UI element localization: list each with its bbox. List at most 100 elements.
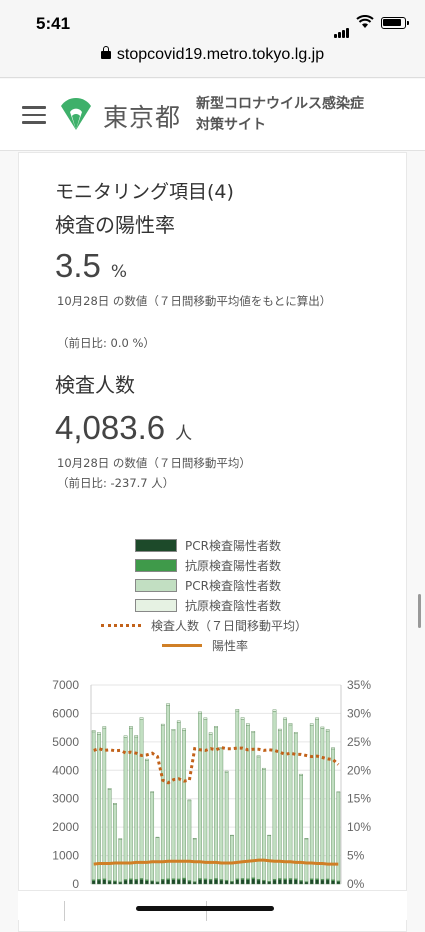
bar-segment [118, 839, 123, 883]
bar-segment [166, 879, 170, 885]
bar-segment [325, 879, 330, 885]
bar-segment [91, 880, 96, 885]
legend-dotted-line [101, 624, 141, 627]
bar-segment [272, 879, 277, 885]
bar-segment [331, 747, 335, 750]
tests-value: 4,083.6 人 [55, 409, 193, 446]
bar-segment [107, 788, 112, 790]
bar-segment [240, 879, 245, 885]
bar-segment [246, 723, 250, 726]
wifi-icon [356, 15, 374, 28]
bar-segment [336, 791, 341, 793]
site-title-line1: 新型コロナウイルス感染症 [196, 96, 364, 112]
bar-segment [219, 748, 224, 880]
bar-segment [277, 728, 282, 731]
legend-swatch [135, 599, 177, 612]
bar-segment [187, 800, 192, 881]
bar-segment [134, 736, 139, 880]
bar-segment [113, 803, 117, 882]
bar-segment [150, 792, 155, 881]
bar-segment [309, 879, 314, 885]
bar-segment [320, 728, 325, 880]
site-title-line2: 対策サイト [196, 117, 266, 133]
y-right-tick-label: 25% [347, 735, 371, 749]
tests-note: 10月28日 の数値（７日間移動平均） [57, 456, 251, 470]
y-left-tick-label: 3000 [52, 792, 79, 806]
bar-segment [176, 722, 181, 880]
card-bottom-strip [18, 890, 407, 921]
bar-segment [230, 834, 234, 837]
bar-segment [176, 879, 181, 885]
bar-segment [171, 879, 176, 885]
y-right-tick-label: 30% [347, 706, 371, 720]
positivity-unit: % [110, 262, 128, 282]
bar-segment [166, 703, 170, 706]
bar-segment [182, 878, 186, 885]
bar-segment [230, 881, 234, 885]
bar-segment [304, 881, 309, 885]
y-left-tick-label: 6000 [52, 706, 79, 720]
bar-segment [198, 711, 202, 714]
url-bar[interactable]: stopcovid19.metro.tokyo.lg.jp [0, 44, 425, 78]
bar-segment [150, 791, 155, 793]
positivity-note: 10月28日 の数値（７日間移動平均値をもとに算出） [57, 294, 332, 308]
tests-unit: 人 [175, 424, 193, 444]
bar-segment [102, 726, 107, 729]
y-left-tick-label: 4000 [52, 763, 79, 777]
bar-segment [97, 879, 101, 885]
bar-segment [293, 731, 298, 734]
bar-segment [299, 775, 303, 881]
y-left-tick-label: 1000 [52, 849, 79, 863]
bar-segment [102, 879, 107, 885]
bar-segment [171, 729, 176, 731]
bar-segment [272, 711, 277, 880]
bar-segment [91, 731, 96, 880]
bar-segment [208, 733, 213, 880]
y-left-tick-label: 0 [72, 877, 79, 891]
y-right-tick-label: 20% [347, 763, 371, 777]
bar-segment [251, 730, 256, 733]
bar-segment [325, 730, 330, 880]
bar-segment [145, 880, 149, 885]
menu-icon[interactable] [22, 106, 46, 124]
bar-segment [113, 881, 117, 885]
bar-segment [97, 733, 101, 880]
bar-segment [299, 773, 303, 776]
bar-segment [262, 769, 266, 881]
site-title[interactable]: 新型コロナウイルス感染症 対策サイト [196, 94, 364, 136]
positivity-heading: 検査の陽性率 [55, 213, 175, 237]
bar-segment [293, 879, 298, 885]
logo-text[interactable]: 東京都 [103, 98, 181, 134]
bar-segment [208, 732, 213, 735]
bar-segment [272, 709, 277, 712]
bar-segment [192, 881, 197, 885]
scrollbar-thumb[interactable] [418, 594, 421, 628]
bar-segment [139, 717, 144, 720]
bar-segment [283, 719, 287, 879]
bar-segment [262, 767, 266, 770]
url-text: stopcovid19.metro.tokyo.lg.jp [116, 46, 325, 63]
y-left-tick-label: 2000 [52, 820, 79, 834]
bar-segment [91, 730, 96, 733]
signal-icon [334, 19, 350, 38]
bar-segment [139, 879, 144, 885]
bar-segment [160, 725, 165, 880]
bar-segment [288, 723, 293, 726]
tokyo-logo-icon[interactable] [58, 96, 94, 132]
bar-segment [155, 881, 160, 885]
y-left-tick-label: 5000 [52, 735, 79, 749]
bar-segment [230, 835, 234, 882]
bar-segment [320, 726, 325, 729]
bar-segment [299, 880, 303, 885]
bar-segment [267, 834, 272, 837]
bar-segment [134, 735, 139, 738]
bar-segment [309, 725, 314, 879]
bar-segment [214, 726, 218, 728]
bar-segment [107, 880, 112, 885]
bar-segment [256, 879, 261, 885]
bar-segment [171, 730, 176, 879]
y-left-tick-label: 7000 [52, 678, 79, 692]
bar-segment [176, 720, 181, 723]
bar-segment [187, 799, 192, 802]
bar-segment [315, 879, 319, 885]
